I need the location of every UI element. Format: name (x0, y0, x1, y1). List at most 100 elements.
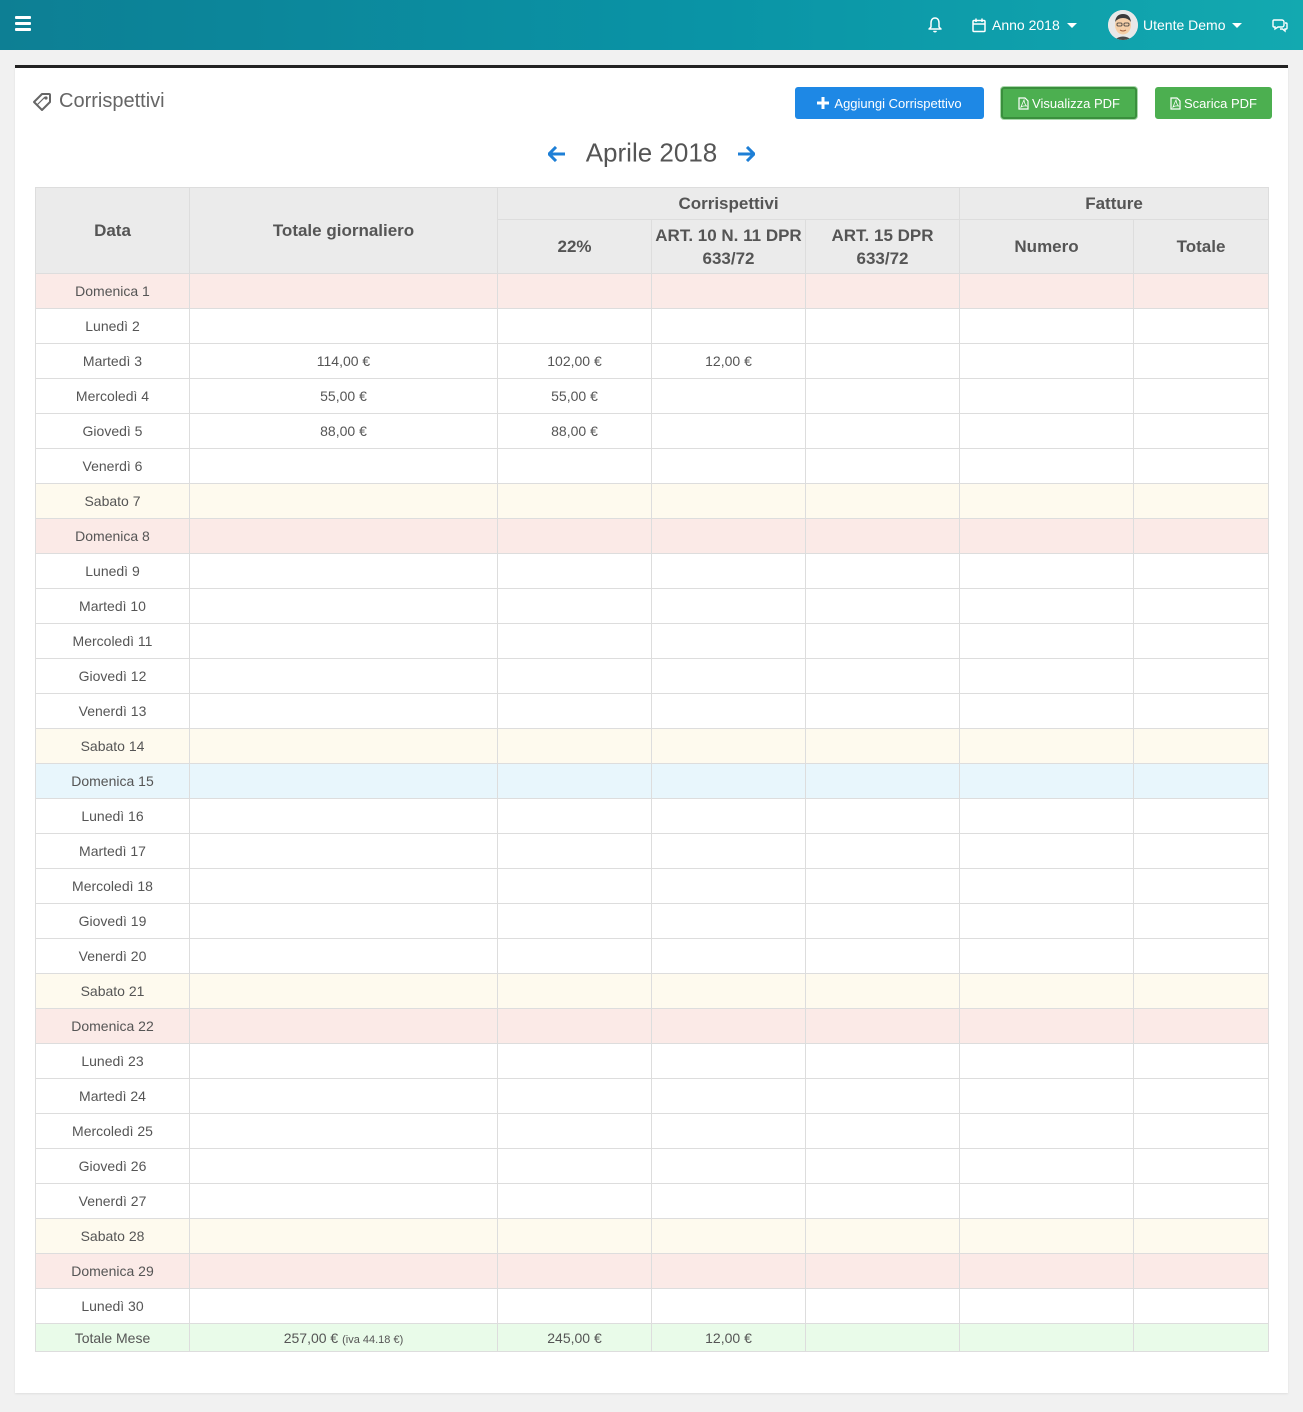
table-row[interactable]: Lunedì 2 (35, 308, 1270, 344)
iva22-cell (497, 553, 652, 589)
art10-cell (651, 1253, 806, 1289)
corrispettivi-table: Data Totale giornaliero Corrispettivi Fa… (35, 187, 1270, 1352)
fatture-totale-cell (1133, 1288, 1270, 1324)
day-cell: Mercoledì 4 (35, 378, 190, 414)
table-row[interactable]: Lunedì 16 (35, 798, 1270, 834)
numero-cell (959, 973, 1135, 1009)
art10-cell (651, 1148, 806, 1184)
fatture-totale-cell (1133, 1078, 1270, 1114)
fatture-totale-cell (1133, 588, 1270, 624)
table-row[interactable]: Martedì 24 (35, 1078, 1270, 1114)
table-row[interactable]: Venerdì 13 (35, 693, 1270, 729)
numero-cell (959, 588, 1135, 624)
table-row[interactable]: Domenica 8 (35, 518, 1270, 554)
table-row[interactable]: Giovedì 26 (35, 1148, 1270, 1184)
art15-cell (804, 1288, 961, 1324)
table-row[interactable]: Martedì 10 (35, 588, 1270, 624)
header-art15: ART. 15 DPR 633/72 (804, 219, 961, 274)
table-row[interactable]: Mercoledì 4 55,00 €55,00 € (35, 378, 1270, 414)
art15-cell (804, 728, 961, 764)
fatture-totale-cell (1133, 378, 1270, 414)
table-row[interactable]: Domenica 1 (35, 273, 1270, 309)
table-row[interactable]: Giovedì 19 (35, 903, 1270, 939)
table-row[interactable]: Mercoledì 25 (35, 1113, 1270, 1149)
table-row[interactable]: Domenica 15 (35, 763, 1270, 799)
caret-down-icon (1232, 22, 1243, 28)
hamburger-icon[interactable] (15, 16, 31, 32)
fatture-totale-cell (1133, 1043, 1270, 1079)
totale-cell (189, 1253, 498, 1289)
table-row[interactable]: Venerdì 6 (35, 448, 1270, 484)
table-body: Domenica 1 Lunedì 2 Martedì 3 114,00 €102,0… (35, 273, 1270, 1324)
art10-cell (651, 1288, 806, 1324)
day-cell: Lunedì 9 (35, 553, 190, 589)
table-row[interactable]: Sabato 21 (35, 973, 1270, 1009)
totale-cell (189, 553, 498, 589)
bell-icon[interactable] (927, 16, 943, 34)
table-row[interactable]: Venerdì 27 (35, 1183, 1270, 1219)
art10-cell (651, 868, 806, 904)
table-row[interactable]: Venerdì 20 (35, 938, 1270, 974)
numero-cell (959, 1148, 1135, 1184)
fatture-totale-cell (1133, 868, 1270, 904)
numero-cell (959, 1008, 1135, 1044)
table-row[interactable]: Sabato 14 (35, 728, 1270, 764)
art10-cell (651, 483, 806, 519)
table-row[interactable]: Lunedì 9 (35, 553, 1270, 589)
totale-cell: 55,00 € (189, 378, 498, 414)
table-row[interactable]: Domenica 22 (35, 1008, 1270, 1044)
total-fatture (1133, 1323, 1270, 1352)
fatture-totale-cell (1133, 728, 1270, 764)
table-row[interactable]: Domenica 29 (35, 1253, 1270, 1289)
user-menu[interactable]: Utente Demo (1108, 10, 1243, 40)
view-pdf-button[interactable]: Visualizza PDF (1001, 87, 1137, 119)
table-row[interactable]: Giovedì 5 88,00 €88,00 € (35, 413, 1270, 449)
table-row[interactable]: Lunedì 23 (35, 1043, 1270, 1079)
table-row[interactable]: Sabato 7 (35, 483, 1270, 519)
table-row[interactable]: Lunedì 30 (35, 1288, 1270, 1324)
file-pdf-icon (1170, 96, 1181, 110)
art10-cell (651, 553, 806, 589)
fatture-totale-cell (1133, 763, 1270, 799)
totale-cell (189, 763, 498, 799)
comments-icon[interactable] (1272, 17, 1288, 33)
table-row[interactable]: Sabato 28 (35, 1218, 1270, 1254)
art10-cell (651, 658, 806, 694)
iva22-cell (497, 483, 652, 519)
iva22-cell (497, 518, 652, 554)
totale-cell (189, 623, 498, 659)
year-selector[interactable]: Anno 2018 (972, 15, 1077, 35)
table-row[interactable]: Mercoledì 11 (35, 623, 1270, 659)
table-row[interactable]: Martedì 3 114,00 €102,00 €12,00 € (35, 343, 1270, 379)
fatture-totale-cell (1133, 413, 1270, 449)
numero-cell (959, 1288, 1135, 1324)
day-cell: Mercoledì 18 (35, 868, 190, 904)
add-corrispettivo-button[interactable]: Aggiungi Corrispettivo (795, 87, 984, 119)
art10-cell (651, 763, 806, 799)
art10-cell (651, 518, 806, 554)
table-row[interactable]: Martedì 17 (35, 833, 1270, 869)
art15-cell (804, 938, 961, 974)
numero-cell (959, 1253, 1135, 1289)
iva22-cell (497, 868, 652, 904)
fatture-totale-cell (1133, 833, 1270, 869)
total-row: Totale Mese 257,00 € (iva 44.18 €) 245,0… (35, 1323, 1270, 1352)
art15-cell (804, 308, 961, 344)
year-label: Anno 2018 (992, 17, 1060, 33)
numero-cell (959, 833, 1135, 869)
arrow-right-icon[interactable] (737, 138, 755, 169)
day-cell: Martedì 3 (35, 343, 190, 379)
art10-cell (651, 448, 806, 484)
download-pdf-button[interactable]: Scarica PDF (1155, 87, 1272, 119)
avatar (1108, 10, 1138, 40)
art10-cell (651, 973, 806, 1009)
table-row[interactable]: Giovedì 12 (35, 658, 1270, 694)
arrow-left-icon[interactable] (547, 138, 566, 169)
day-cell: Giovedì 26 (35, 1148, 190, 1184)
table-row[interactable]: Mercoledì 18 (35, 868, 1270, 904)
art10-cell: 12,00 € (651, 343, 806, 379)
fatture-totale-cell (1133, 623, 1270, 659)
art15-cell (804, 1078, 961, 1114)
iva22-cell (497, 763, 652, 799)
fatture-totale-cell (1133, 308, 1270, 344)
